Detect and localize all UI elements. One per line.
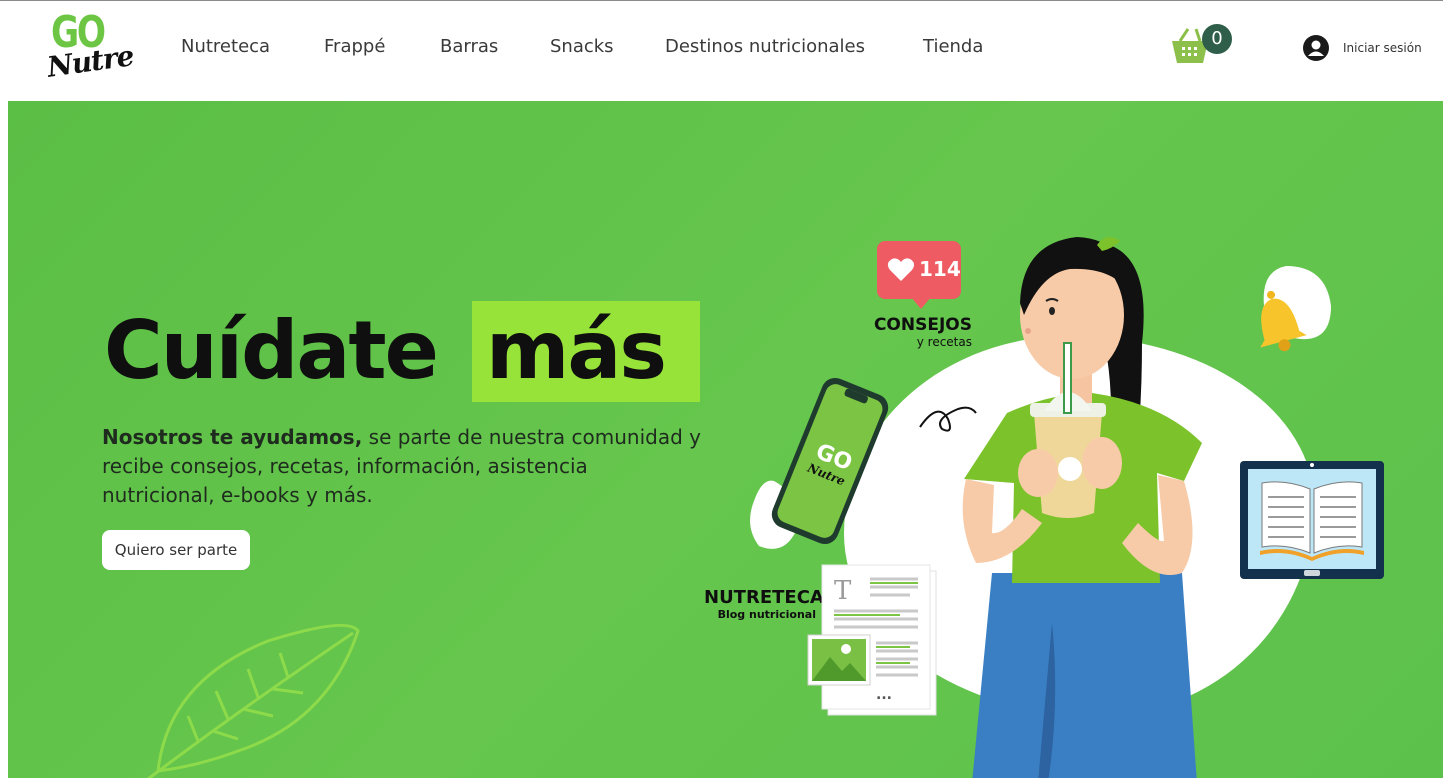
blog-document-illustration: T ... [807, 564, 937, 716]
likes-card: 114 [877, 241, 961, 309]
document-letter: T [834, 576, 852, 606]
heart-icon [887, 258, 915, 281]
hero-lead: Nosotros te ayudamos, se parte de nuestr… [102, 423, 702, 510]
phone-illustration: GO Nutre [771, 377, 889, 545]
girl-drinking-frappe-illustration [962, 236, 1202, 778]
document-ellipsis: ... [876, 687, 892, 703]
quiero-ser-parte-button[interactable]: Quiero ser parte [102, 530, 250, 570]
nav-item-destinos-nutricionales[interactable]: Destinos nutricionales [665, 36, 865, 57]
nav-item-tienda[interactable]: Tienda [923, 36, 983, 57]
hero-lead-bold: Nosotros te ayudamos, [102, 425, 363, 449]
hero-title-part2: más [486, 304, 667, 397]
site-header: GO Nutre Nutreteca Frappé Barras Snacks … [0, 0, 1443, 101]
nav-item-frappe[interactable]: Frappé [324, 36, 385, 57]
tablet-book-illustration [1240, 461, 1384, 579]
leaf-decoration [147, 623, 360, 778]
hero-title-part1: Cuídate [104, 304, 439, 397]
gonutre-logo[interactable]: GO Nutre [45, 7, 135, 84]
nav-item-snacks[interactable]: Snacks [550, 36, 614, 57]
bell-icon [1260, 290, 1307, 352]
cart-count-badge: 0 [1202, 24, 1232, 54]
login-button[interactable]: Iniciar sesión [1303, 35, 1422, 61]
user-avatar-icon [1303, 35, 1329, 61]
login-label: Iniciar sesión [1343, 41, 1422, 55]
nav-item-nutreteca[interactable]: Nutreteca [181, 36, 270, 57]
hero-section: Cuídate más Nosotros te ayudamos, se par… [8, 101, 1443, 778]
nav-item-barras[interactable]: Barras [440, 36, 498, 57]
